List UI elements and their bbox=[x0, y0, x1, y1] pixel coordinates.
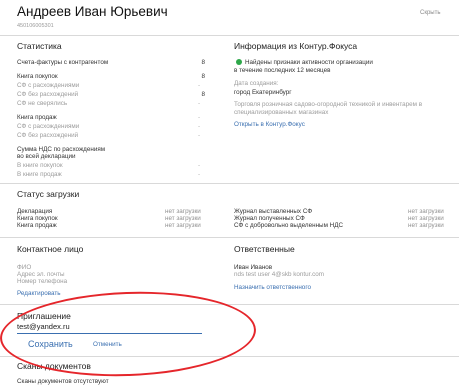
contact-phone: Номер телефона bbox=[17, 278, 68, 285]
responsible-name: Иван Иванов bbox=[234, 264, 273, 271]
stat-invoices-label: Счета-фактуры с контрагентом bbox=[17, 59, 109, 66]
upload-right-label: Журнал выставленных СФ bbox=[234, 208, 313, 215]
upload-right-label: Журнал полученных СФ bbox=[234, 215, 305, 222]
stat-purchases-unmatched-label: СФ не сверялись bbox=[17, 100, 68, 107]
stat-purchases-diff-value: - bbox=[198, 82, 201, 89]
upload-left-label: Декларация bbox=[17, 208, 53, 215]
stat-purchases-unmatched-value: - bbox=[198, 100, 201, 107]
upload-title: Статус загрузки bbox=[17, 189, 80, 199]
stat-vat-purchases-label: В книге покупок bbox=[17, 162, 63, 169]
stat-invoices-value: 8 bbox=[201, 59, 205, 66]
stat-sales-diff-value: - bbox=[198, 123, 201, 130]
annotation-ellipse bbox=[0, 287, 258, 381]
focus-created-label: Дата создания: bbox=[234, 80, 279, 87]
hide-link[interactable]: Скрыть bbox=[420, 10, 440, 16]
stat-vat-sales-value: - bbox=[198, 171, 201, 178]
stat-vat-label-1: Сумма НДС по расхождениям bbox=[17, 146, 106, 153]
stat-vat-sales-label: В книге продаж bbox=[17, 171, 62, 178]
focus-status-line2: в течение последних 12 месяцев bbox=[234, 67, 331, 74]
stat-purchases-diff-label: СФ с расхождениями bbox=[17, 82, 80, 89]
stat-sales-nodiff-value: - bbox=[198, 132, 201, 139]
active-status-icon bbox=[236, 59, 242, 65]
stat-sales-value: - bbox=[198, 114, 201, 121]
divider bbox=[0, 35, 459, 36]
open-focus-link[interactable]: Открыть в Контур.Фокус bbox=[234, 121, 305, 128]
upload-left-label: Книга покупок bbox=[17, 215, 58, 222]
focus-desc-line1: Торговля розничная садово-огородной техн… bbox=[234, 101, 423, 108]
upload-left-status: нет загрузки bbox=[165, 208, 201, 215]
upload-right-status: нет загрузки bbox=[408, 215, 444, 222]
focus-status-line1: Найдены признаки активности организации bbox=[245, 59, 373, 66]
contact-title: Контактное лицо bbox=[17, 244, 84, 254]
contact-fio: ФИО bbox=[17, 264, 32, 271]
stat-vat-purchases-value: - bbox=[198, 162, 201, 169]
upload-right-label: СФ с добровольно выделенным НДС bbox=[234, 222, 344, 229]
upload-right-status: нет загрузки bbox=[408, 208, 444, 215]
stat-purchases-label: Книга покупок bbox=[17, 73, 58, 80]
assign-responsible-link[interactable]: Назначить ответственного bbox=[234, 284, 311, 291]
edit-contact-link[interactable]: Редактировать bbox=[17, 290, 61, 297]
responsible-title: Ответственные bbox=[234, 244, 295, 254]
divider bbox=[0, 183, 459, 184]
stat-sales-nodiff-label: СФ без расхождений bbox=[17, 132, 79, 139]
focus-city: город Екатеринбург bbox=[234, 89, 292, 96]
stat-vat-label-2: во всей декларации bbox=[17, 153, 76, 160]
stat-purchases-nodiff-value: 8 bbox=[201, 91, 205, 98]
upload-left-status: нет загрузки bbox=[165, 222, 201, 229]
contact-email: Адрес эл. почты bbox=[17, 271, 65, 278]
stat-sales-label: Книга продаж bbox=[17, 114, 57, 121]
upload-left-status: нет загрузки bbox=[165, 215, 201, 222]
responsible-email: nds test user 4@skb kontur.com bbox=[234, 271, 325, 278]
scans-empty-text: Сканы документов отсутствуют bbox=[17, 378, 109, 385]
focus-title: Информация из Контур.Фокуса bbox=[234, 41, 358, 51]
divider bbox=[0, 237, 459, 238]
stats-title: Статистика bbox=[17, 41, 62, 51]
stat-sales-diff-label: СФ с расхождениями bbox=[17, 123, 80, 130]
inn-label: 450106005301 bbox=[17, 23, 54, 29]
stat-purchases-nodiff-label: СФ без расхождений bbox=[17, 91, 79, 98]
stat-purchases-value: 8 bbox=[201, 73, 205, 80]
page-title: Андреев Иван Юрьевич bbox=[17, 4, 168, 19]
upload-left-label: Книга продаж bbox=[17, 222, 57, 229]
focus-desc-line2: специализированных магазинах bbox=[234, 109, 329, 116]
upload-right-status: нет загрузки bbox=[408, 222, 444, 229]
